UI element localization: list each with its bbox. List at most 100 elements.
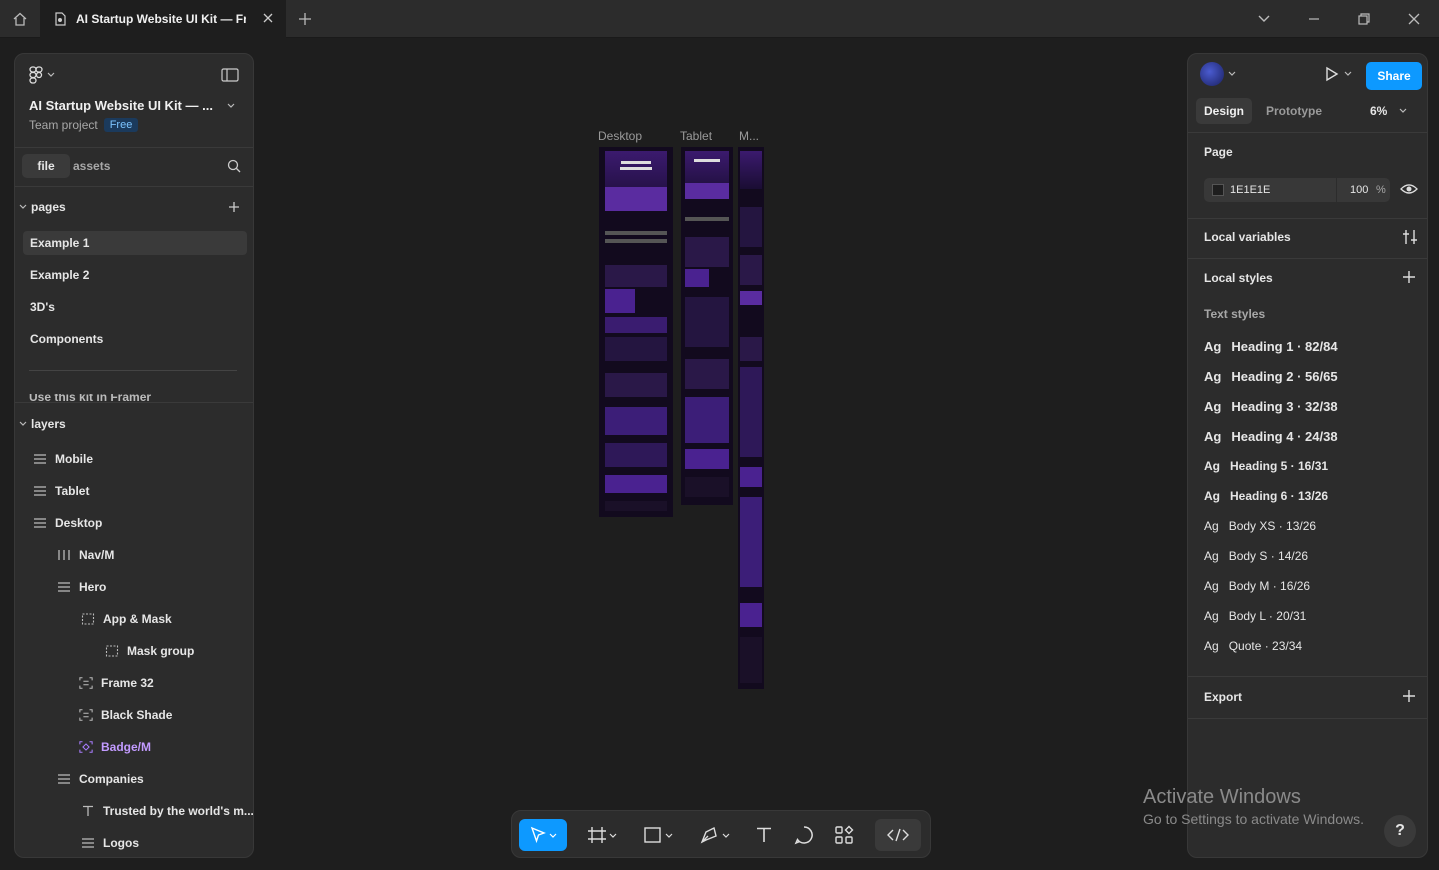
layer-nav[interactable]: Nav/M — [57, 548, 114, 562]
page-item[interactable]: Components — [23, 327, 247, 351]
local-variables-label[interactable]: Local variables — [1204, 230, 1291, 244]
present-button[interactable] — [1324, 66, 1352, 82]
frame-tablet[interactable] — [681, 147, 733, 505]
sidebar-toggle-icon[interactable] — [221, 68, 239, 82]
frame-rows-icon — [79, 677, 93, 689]
frame-label-mobile[interactable]: M... — [739, 129, 759, 143]
ag-glyph: Ag — [1204, 399, 1222, 414]
text-style-row[interactable]: Ag Body XS · 13/26 — [1204, 519, 1316, 533]
pages-label: pages — [31, 200, 66, 214]
page-item[interactable]: 3D's — [23, 295, 247, 319]
text-style-name: Body L · 20/31 — [1228, 609, 1307, 623]
frame-rows-icon — [33, 453, 47, 465]
ag-glyph: Ag — [1204, 339, 1222, 354]
text-style-row[interactable]: Ag Heading 5 · 16/31 — [1204, 459, 1328, 473]
layer-logos[interactable]: Logos — [81, 836, 139, 850]
text-style-row[interactable]: Ag Heading 4 · 24/38 — [1204, 429, 1338, 444]
chevron-down-icon[interactable] — [227, 103, 235, 109]
text-style-row[interactable]: Ag Heading 1 · 82/84 — [1204, 339, 1338, 354]
frame-label-tablet[interactable]: Tablet — [680, 129, 712, 143]
variables-icon[interactable] — [1402, 229, 1418, 245]
component-instance-icon — [79, 741, 93, 753]
search-icon[interactable] — [227, 159, 241, 173]
text-style-row[interactable]: Ag Body M · 16/26 — [1204, 579, 1310, 593]
layer-desktop[interactable]: Desktop — [33, 516, 102, 530]
text-style-row[interactable]: Ag Quote · 23/34 — [1204, 639, 1302, 653]
text-style-row[interactable]: Ag Heading 3 · 32/38 — [1204, 399, 1338, 414]
chevron-down-icon — [1228, 71, 1236, 76]
layer-tablet[interactable]: Tablet — [33, 484, 89, 498]
tab-assets[interactable]: assets — [73, 154, 110, 178]
pages-section-header[interactable]: pages — [19, 200, 66, 214]
file-name[interactable]: AI Startup Website UI Kit — ... — [29, 98, 213, 113]
page-label: Example 2 — [30, 268, 90, 282]
frame-mobile[interactable] — [738, 147, 764, 689]
dev-mode-toggle[interactable] — [875, 819, 921, 851]
move-tool[interactable] — [519, 819, 567, 851]
ag-glyph: Ag — [1204, 519, 1219, 533]
add-export-icon[interactable] — [1402, 689, 1416, 703]
frame-tool[interactable] — [580, 819, 624, 851]
layer-app-mask[interactable]: App & Mask — [81, 612, 172, 626]
fill-opacity[interactable]: 100 — [1350, 184, 1368, 196]
fill-hex[interactable]: 1E1E1E — [1230, 184, 1270, 196]
close-window-button[interactable] — [1389, 0, 1439, 38]
plan-badge[interactable]: Free — [103, 118, 139, 132]
layer-mask-group[interactable]: Mask group — [105, 644, 194, 658]
fill-swatch[interactable] — [1212, 184, 1224, 196]
layer-label: Companies — [79, 772, 144, 786]
page-fill-field[interactable]: 1E1E1E 100 % — [1204, 178, 1390, 202]
frame-desktop[interactable] — [599, 147, 673, 517]
layer-hero[interactable]: Hero — [57, 580, 106, 594]
text-tool[interactable] — [750, 819, 778, 851]
account-menu[interactable] — [1200, 62, 1236, 86]
page-label: 3D's — [30, 300, 55, 314]
actions-tool[interactable] — [830, 819, 858, 851]
layers-section-header[interactable]: layers — [19, 417, 66, 431]
dev-mode-icon — [887, 828, 909, 842]
close-icon[interactable] — [262, 12, 274, 24]
add-style-icon[interactable] — [1402, 270, 1416, 284]
layer-label: Logos — [103, 836, 139, 850]
pen-tool[interactable] — [693, 819, 737, 851]
eye-icon[interactable] — [1400, 182, 1418, 196]
main-menu-button[interactable] — [29, 66, 55, 84]
page-item-partial[interactable]: Use this kit in Framer — [29, 394, 229, 402]
layer-trusted-text[interactable]: Trusted by the world's m... — [81, 804, 254, 818]
right-panel: Share Design Prototype 6% Page 1E1E1E 10… — [1187, 53, 1428, 858]
move-icon — [530, 826, 557, 844]
layer-badge[interactable]: Badge/M — [79, 740, 151, 754]
add-page-icon[interactable] — [227, 200, 241, 214]
tab-prototype[interactable]: Prototype — [1258, 98, 1330, 124]
tabs-dropdown-button[interactable] — [1239, 0, 1289, 38]
comment-tool[interactable] — [790, 819, 818, 851]
tab-file[interactable]: file — [22, 154, 70, 178]
page-item[interactable]: Example 2 — [23, 263, 247, 287]
home-button[interactable] — [0, 0, 40, 38]
file-tab[interactable]: AI Startup Website UI Kit — Fram — [40, 0, 286, 38]
text-style-row[interactable]: Ag Heading 2 · 56/65 — [1204, 369, 1338, 384]
layer-companies[interactable]: Companies — [57, 772, 144, 786]
layer-black-shade[interactable]: Black Shade — [79, 708, 172, 722]
minimize-button[interactable] — [1289, 0, 1339, 38]
canvas[interactable]: Desktop Tablet M... — [254, 38, 1187, 870]
tab-design[interactable]: Design — [1196, 98, 1253, 124]
local-styles-label: Local styles — [1204, 271, 1273, 285]
text-style-row[interactable]: Ag Body L · 20/31 — [1204, 609, 1306, 623]
layer-mobile[interactable]: Mobile — [33, 452, 93, 466]
share-button[interactable]: Share — [1366, 62, 1422, 90]
zoom-dropdown[interactable]: 6% — [1370, 104, 1407, 118]
text-style-row[interactable]: Ag Heading 6 · 13/26 — [1204, 489, 1328, 503]
text-style-name: Body M · 16/26 — [1228, 579, 1311, 593]
text-style-row[interactable]: Ag Body S · 14/26 — [1204, 549, 1308, 563]
comment-icon — [794, 826, 813, 845]
maximize-button[interactable] — [1339, 0, 1389, 38]
help-button[interactable]: ? — [1384, 815, 1416, 847]
frame-label-desktop[interactable]: Desktop — [598, 129, 642, 143]
shape-tool[interactable] — [636, 819, 680, 851]
page-item[interactable]: Example 1 — [23, 231, 247, 255]
avatar — [1200, 62, 1224, 86]
plus-icon[interactable] — [296, 10, 314, 28]
layer-frame-32[interactable]: Frame 32 — [79, 676, 154, 690]
actions-icon — [835, 825, 854, 844]
